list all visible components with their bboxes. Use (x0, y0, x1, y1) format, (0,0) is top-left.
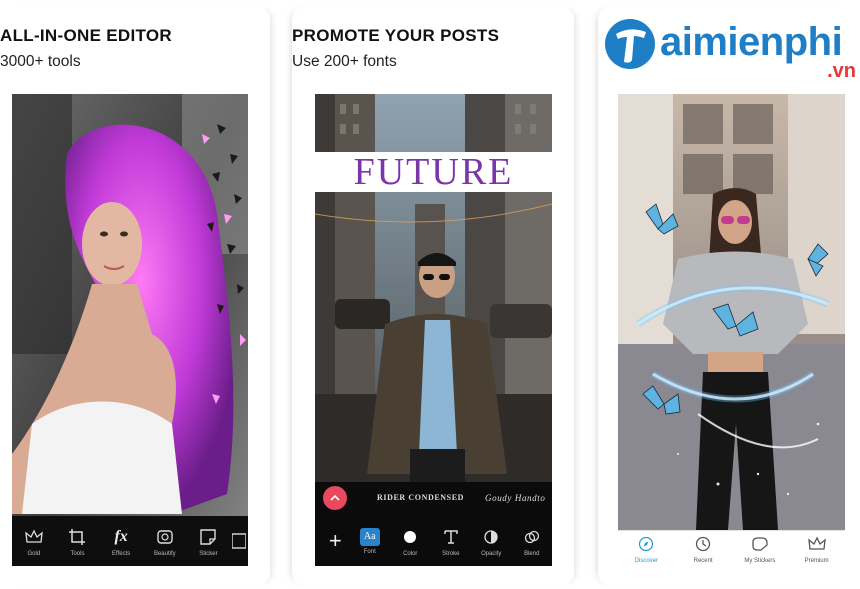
toolbar-gold[interactable]: Gold (14, 526, 54, 557)
toolbar-label: Color (403, 550, 418, 557)
logo-domain: .vn (827, 60, 856, 82)
clock-icon (692, 533, 714, 555)
panel-all-in-one-editor: ALL-IN-ONE EDITOR 3000+ tools Gold Tools… (0, 6, 270, 586)
toolbar-stroke[interactable]: Stroke (431, 526, 471, 557)
panel-stickers: Discover Recent My Stickers Premium (598, 6, 860, 586)
panel-title: ALL-IN-ONE EDITOR (0, 26, 172, 45)
sticker-photo (618, 94, 845, 530)
toolbar-label: Font (363, 548, 376, 555)
editor-toolbar: Gold Tools fx Effects Beautify Sticker (12, 516, 248, 566)
panel-subtitle: 3000+ tools (0, 53, 81, 70)
future-text[interactable]: FUTURE (354, 150, 514, 194)
app-store-screenshots: ALL-IN-ONE EDITOR 3000+ tools Gold Tools… (0, 0, 860, 589)
edited-photo (12, 94, 248, 566)
stickers-tabbar: Discover Recent My Stickers Premium (618, 530, 845, 566)
toolbar-effects[interactable]: fx Effects (101, 526, 141, 557)
taimienphi-logo: aimienphi .vn (602, 14, 860, 84)
panel-subtitle: Use 200+ fonts (292, 53, 397, 70)
phone-screen: Discover Recent My Stickers Premium (618, 94, 845, 566)
toolbar-label: Sticker (199, 550, 218, 557)
toolbar-label: Stroke (442, 550, 460, 557)
collapse-button[interactable] (323, 486, 347, 510)
toolbar-sticker[interactable]: Sticker (188, 526, 228, 557)
toolbar-label: Opacity (481, 550, 502, 557)
tab-label: Premium (804, 558, 829, 564)
chevron-up-icon (330, 494, 340, 501)
text-icon (232, 530, 247, 552)
crown-icon (806, 533, 828, 555)
font-option[interactable]: Goudy Handto (485, 493, 545, 503)
tab-label: Discover (634, 558, 659, 564)
tab-my-stickers[interactable]: My Stickers (740, 533, 780, 564)
font-icon: Aa (359, 527, 380, 546)
toolbar-blend[interactable]: Blend (512, 526, 552, 557)
toolbar-label: Effects (112, 550, 131, 557)
tab-label: Recent (693, 558, 713, 564)
toolbar-label: Tools (70, 550, 85, 557)
font-picker-strip: Rider Condensed Goudy Handto (315, 482, 552, 516)
add-button[interactable]: + (321, 528, 349, 554)
phone-screen: Gold Tools fx Effects Beautify Sticker (12, 94, 248, 566)
toolbar-opacity[interactable]: Opacity (471, 526, 511, 557)
tab-label: My Stickers (744, 558, 776, 564)
toolbar-font[interactable]: Aa Font (350, 527, 390, 555)
phone-screen: FUTURE Rider Condensed Goudy Handto + Aa… (315, 94, 552, 566)
font-option[interactable]: Rider Condensed (377, 493, 464, 502)
crop-icon (66, 526, 88, 548)
opacity-icon (480, 526, 502, 548)
panel-title: PROMOTE YOUR POSTS (292, 26, 500, 45)
blend-icon (521, 526, 543, 548)
stroke-icon (440, 526, 462, 548)
toolbar-label: Beautify (153, 550, 176, 557)
sticker-icon (749, 533, 771, 555)
toolbar-label: Gold (27, 550, 41, 557)
text-toolbar: + Aa Font Color Stroke Opacity Blend (315, 516, 552, 566)
fx-icon: fx (114, 527, 128, 545)
toolbar-tools[interactable]: Tools (57, 526, 97, 557)
tab-premium[interactable]: Premium (797, 533, 837, 564)
logo-t-icon (605, 19, 655, 69)
toolbar-more-partial[interactable] (232, 530, 247, 552)
toolbar-color[interactable]: Color (390, 526, 430, 557)
toolbar-label: Blend (524, 550, 540, 557)
panel-promote-posts: PROMOTE YOUR POSTS Use 200+ fonts FUTURE… (292, 6, 574, 586)
tab-discover[interactable]: Discover (626, 533, 666, 564)
toolbar-beautify[interactable]: Beautify (145, 526, 185, 557)
crown-icon (23, 526, 45, 548)
sticker-icon (197, 526, 219, 548)
logo-text: aimienphi (660, 20, 843, 64)
tab-recent[interactable]: Recent (683, 533, 723, 564)
color-icon (399, 526, 421, 548)
beautify-icon (154, 526, 176, 548)
text-overlay-band[interactable]: FUTURE (315, 150, 552, 194)
compass-icon (635, 533, 657, 555)
